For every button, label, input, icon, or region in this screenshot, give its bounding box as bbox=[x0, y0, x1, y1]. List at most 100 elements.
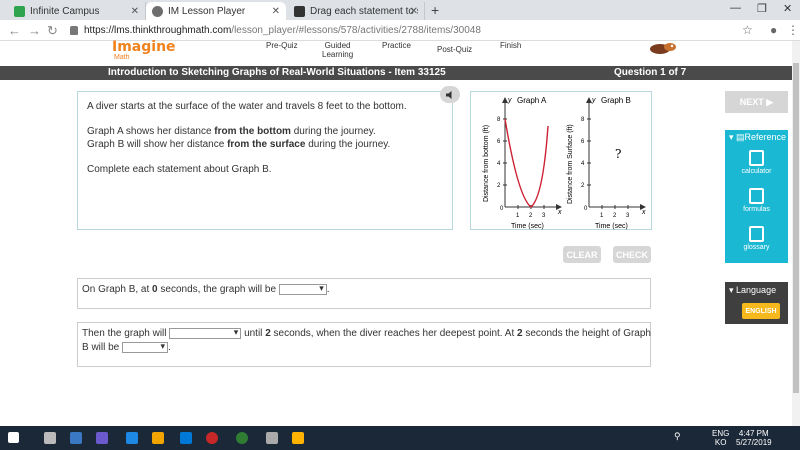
graph-a-origin: 0 bbox=[500, 206, 504, 212]
x-tick-label: 1 bbox=[516, 213, 520, 219]
lesson-player-icon bbox=[152, 5, 163, 17]
store-icon[interactable] bbox=[180, 432, 192, 444]
y-tick-label: 2 bbox=[497, 183, 501, 189]
logo-subtitle: Math bbox=[114, 54, 130, 61]
check-button[interactable]: CHECK bbox=[613, 246, 651, 263]
formulas-tool[interactable]: formulas bbox=[725, 188, 788, 213]
close-icon[interactable]: ✕ bbox=[410, 6, 418, 17]
graph-b-origin: 0 bbox=[584, 206, 588, 212]
clear-button[interactable]: CLEAR bbox=[563, 246, 601, 263]
prompt-line-4: Complete each statement about Graph B. bbox=[87, 164, 272, 175]
graph-b: y Graph B x 0 8 6 4 2 1 2 3 ? Time (sec)… bbox=[567, 96, 646, 230]
mascot-image bbox=[650, 43, 676, 54]
y-tick-label: 6 bbox=[497, 139, 501, 145]
prompt-line-1: A diver starts at the surface of the wat… bbox=[87, 101, 407, 112]
question-2-dropdown-b[interactable] bbox=[122, 341, 169, 353]
app-red-icon[interactable] bbox=[206, 432, 218, 444]
url-field[interactable]: https://lms.thinkthroughmath.com/lesson_… bbox=[70, 23, 481, 38]
tab-infinite-campus[interactable]: Infinite Campus ✕ bbox=[8, 2, 146, 20]
browser-tab-bar: Infinite Campus ✕ IM Lesson Player ✕ Dra… bbox=[0, 0, 800, 20]
minimize-button[interactable]: — bbox=[730, 2, 741, 14]
prompt-line-2: Graph A shows her distance from the bott… bbox=[87, 126, 376, 137]
photos-icon[interactable] bbox=[266, 432, 278, 444]
nav-finish[interactable]: Finish bbox=[500, 41, 521, 50]
menu-icon[interactable]: ⋮ bbox=[787, 23, 799, 37]
graph-b-ylabel: Distance from Surface (ft) bbox=[567, 124, 574, 204]
question-2-text: Then the graph will until 2 seconds, whe… bbox=[82, 327, 651, 339]
scrollbar-thumb[interactable] bbox=[793, 63, 799, 393]
lesson-title: Introduction to Sketching Graphs of Real… bbox=[108, 67, 446, 78]
star-icon[interactable]: ☆ bbox=[742, 23, 753, 37]
x-tick-label: 2 bbox=[613, 213, 617, 219]
scrollbar[interactable] bbox=[792, 41, 800, 426]
graph-b-placeholder: ? bbox=[615, 147, 621, 161]
graph-b-x-letter: x bbox=[641, 209, 646, 216]
tab-label: IM Lesson Player bbox=[168, 5, 246, 17]
imagine-logo[interactable]: Imagine bbox=[112, 39, 176, 55]
y-tick-label: 4 bbox=[497, 161, 501, 167]
edge-icon[interactable] bbox=[126, 432, 138, 444]
windows-taskbar: ⚲ ENG KO 4:47 PM 5/27/2019 bbox=[0, 426, 800, 450]
glossary-tool[interactable]: glossary bbox=[725, 226, 788, 251]
nav-guided-learning[interactable]: Guided Learning bbox=[322, 41, 353, 59]
explorer-folder-icon[interactable] bbox=[292, 432, 304, 444]
infinite-campus-icon bbox=[14, 5, 25, 17]
graph-a-curve bbox=[504, 118, 549, 208]
close-icon[interactable]: ✕ bbox=[131, 6, 139, 17]
reload-icon[interactable]: ↻ bbox=[47, 23, 58, 39]
x-tick-label: 1 bbox=[600, 213, 604, 219]
graph-a-ylabel: Distance from bottom (ft) bbox=[483, 125, 490, 202]
nav-post-quiz[interactable]: Post-Quiz bbox=[437, 45, 472, 54]
graph-b-y-letter: y bbox=[591, 97, 596, 104]
input-language[interactable]: ENG KO bbox=[712, 429, 729, 447]
question-1-panel: On Graph B, at 0 seconds, the graph will… bbox=[77, 278, 651, 309]
y-tick-label: 6 bbox=[581, 139, 585, 145]
question-2-dropdown-a[interactable] bbox=[169, 327, 242, 339]
task-view-icon[interactable] bbox=[44, 432, 56, 444]
next-button[interactable]: NEXT ▶ bbox=[725, 91, 788, 113]
reference-header[interactable]: ▾ ▤Reference bbox=[729, 132, 786, 143]
calculator-icon bbox=[749, 150, 764, 166]
y-tick-label: 8 bbox=[581, 117, 585, 123]
new-tab-button[interactable]: + bbox=[431, 2, 439, 18]
app-icon[interactable] bbox=[96, 432, 108, 444]
brainly-icon bbox=[294, 5, 305, 17]
prompt-panel: A diver starts at the surface of the wat… bbox=[77, 91, 453, 230]
audio-button[interactable] bbox=[440, 86, 460, 103]
language-header[interactable]: ▾ Language bbox=[729, 285, 776, 296]
clock[interactable]: 4:47 PM 5/27/2019 bbox=[736, 429, 772, 447]
english-button[interactable]: ENGLISH bbox=[742, 303, 780, 319]
notification-icon[interactable]: ⚲ bbox=[674, 432, 681, 441]
x-tick-label: 3 bbox=[542, 213, 546, 219]
close-icon[interactable]: ✕ bbox=[272, 6, 280, 17]
question-1-dropdown[interactable] bbox=[278, 283, 327, 295]
maximize-button[interactable]: ❐ bbox=[757, 2, 767, 15]
x-tick-label: 2 bbox=[529, 213, 533, 219]
back-arrow-icon[interactable]: ← bbox=[8, 23, 21, 38]
glossary-icon bbox=[749, 226, 764, 242]
file-explorer-icon[interactable] bbox=[70, 432, 82, 444]
graph-a-x-letter: x bbox=[557, 209, 562, 216]
question-2-text-line2: B will be . bbox=[82, 341, 171, 353]
graph-a-xlabel: Time (sec) bbox=[511, 223, 544, 230]
question-2-panel: Then the graph will until 2 seconds, whe… bbox=[77, 322, 651, 367]
windows-start-icon[interactable] bbox=[8, 432, 19, 443]
account-icon[interactable]: ● bbox=[770, 23, 777, 37]
chrome-icon[interactable] bbox=[236, 432, 248, 444]
tab-drag-statement[interactable]: Drag each statement to show wh ✕ bbox=[288, 2, 425, 20]
y-tick-label: 4 bbox=[581, 161, 585, 167]
question-1-text: On Graph B, at 0 seconds, the graph will… bbox=[82, 283, 330, 295]
app-header: Imagine Math Pre-Quiz Guided Learning Pr… bbox=[0, 39, 800, 66]
forward-arrow-icon[interactable]: → bbox=[28, 23, 41, 38]
tab-im-lesson-player[interactable]: IM Lesson Player ✕ bbox=[146, 2, 286, 20]
url-host: https://lms.thinkthroughmath.com bbox=[84, 25, 232, 36]
lock-icon bbox=[70, 26, 78, 35]
folder-icon[interactable] bbox=[152, 432, 164, 444]
calculator-tool[interactable]: calculator bbox=[725, 150, 788, 175]
nav-pre-quiz[interactable]: Pre-Quiz bbox=[266, 41, 298, 50]
question-counter: Question 1 of 7 bbox=[614, 67, 687, 78]
graph-a-y-letter: y bbox=[507, 97, 512, 104]
graph-a: y Graph A x 0 8 6 4 2 1 2 3 Time (sec) D… bbox=[483, 96, 562, 230]
close-window-button[interactable]: ✕ bbox=[783, 2, 792, 15]
nav-practice[interactable]: Practice bbox=[382, 41, 411, 50]
